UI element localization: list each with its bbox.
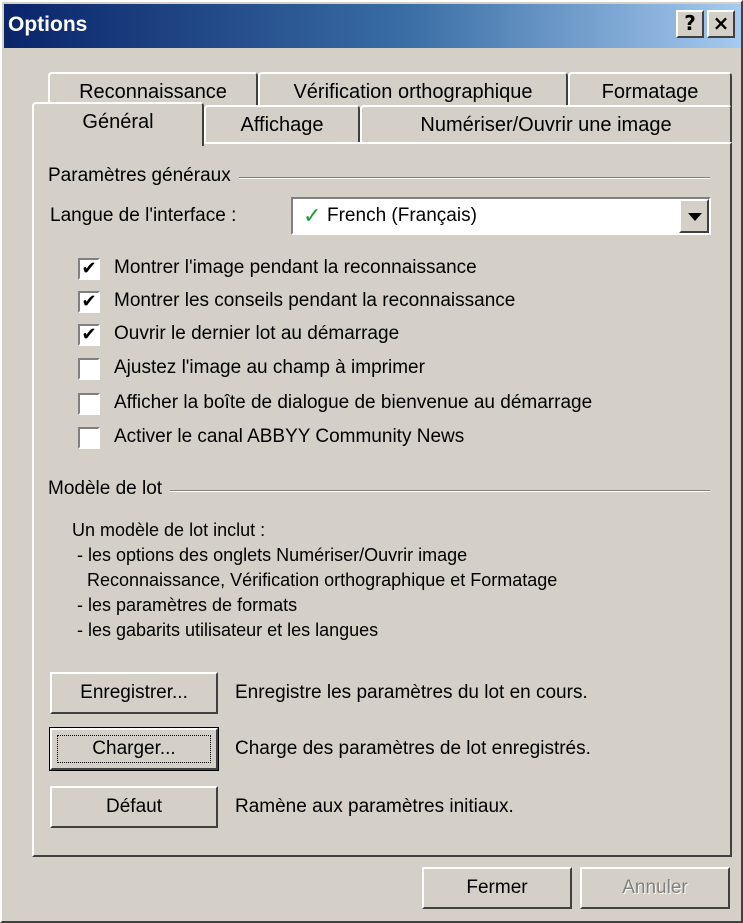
green-check-icon: ✓ bbox=[303, 203, 322, 228]
tab-affichage[interactable]: Affichage bbox=[204, 105, 360, 145]
batch-description-line: - les options des onglets Numériser/Ouvr… bbox=[72, 545, 468, 565]
checkbox-box[interactable]: ✔ bbox=[78, 258, 100, 280]
checkbox-box[interactable] bbox=[78, 358, 100, 380]
batch-description-line: - les gabarits utilisateur et les langue… bbox=[72, 620, 379, 640]
batch-description-line: Reconnaissance, Vérification orthographi… bbox=[72, 570, 558, 590]
save-batch-label: Enregistrer... bbox=[80, 682, 188, 703]
batch-description-line: Un modèle de lot inclut : bbox=[72, 520, 266, 540]
checkbox-label: Montrer l'image pendant la reconnaissanc… bbox=[114, 257, 477, 278]
checkbox-box[interactable]: ✔ bbox=[78, 324, 100, 346]
checkbox-label: Activer le canal ABBYY Community News bbox=[114, 426, 465, 447]
close-label: Fermer bbox=[466, 877, 528, 898]
checkbox-label: Ouvrir le dernier lot au démarrage bbox=[114, 323, 400, 344]
default-label: Défaut bbox=[106, 796, 162, 817]
checkbox-box[interactable] bbox=[78, 427, 100, 449]
checkbox-label: Ajustez l'image au champ à imprimer bbox=[114, 357, 425, 378]
close-icon[interactable]: × bbox=[707, 10, 735, 38]
options-dialog: Options ? × Reconnaissance Vérification … bbox=[0, 0, 743, 923]
close-button[interactable]: Fermer bbox=[422, 867, 572, 909]
language-label: Langue de l'interface : bbox=[50, 205, 237, 226]
group-title-batch: Modèle de lot bbox=[48, 478, 171, 500]
language-select[interactable]: ✓ French (Français) bbox=[291, 197, 711, 235]
cancel-button[interactable]: Annuler bbox=[580, 867, 730, 909]
title-bar[interactable]: Options ? × bbox=[4, 4, 741, 48]
checkbox-box[interactable]: ✔ bbox=[78, 291, 100, 313]
window-title: Options bbox=[8, 13, 88, 36]
tab-numeriser-ouvrir-image[interactable]: Numériser/Ouvrir une image bbox=[360, 105, 732, 145]
save-batch-button[interactable]: Enregistrer... bbox=[50, 672, 218, 714]
cancel-label: Annuler bbox=[622, 877, 688, 898]
chevron-down-icon bbox=[688, 213, 702, 221]
load-batch-button[interactable]: Charger... bbox=[49, 727, 219, 771]
default-button[interactable]: Défaut bbox=[50, 786, 218, 828]
focus-rectangle bbox=[57, 735, 211, 763]
save-batch-description: Enregistre les paramètres du lot en cour… bbox=[235, 682, 588, 703]
language-value: French (Français) bbox=[327, 205, 477, 226]
checkbox-label: Montrer les conseils pendant la reconnai… bbox=[114, 290, 516, 311]
checkbox-box[interactable] bbox=[78, 393, 100, 415]
checkbox-label: Afficher la boîte de dialogue de bienven… bbox=[114, 392, 593, 413]
default-description: Ramène aux paramètres initiaux. bbox=[235, 796, 514, 817]
help-button[interactable]: ? bbox=[676, 10, 704, 38]
dropdown-button[interactable] bbox=[679, 199, 709, 233]
group-title-general: Paramètres généraux bbox=[48, 165, 239, 187]
tab-general[interactable]: Général bbox=[32, 102, 204, 146]
load-batch-description: Charge des paramètres de lot enregistrés… bbox=[235, 738, 591, 759]
batch-description-line: - les paramètres de formats bbox=[72, 595, 298, 615]
